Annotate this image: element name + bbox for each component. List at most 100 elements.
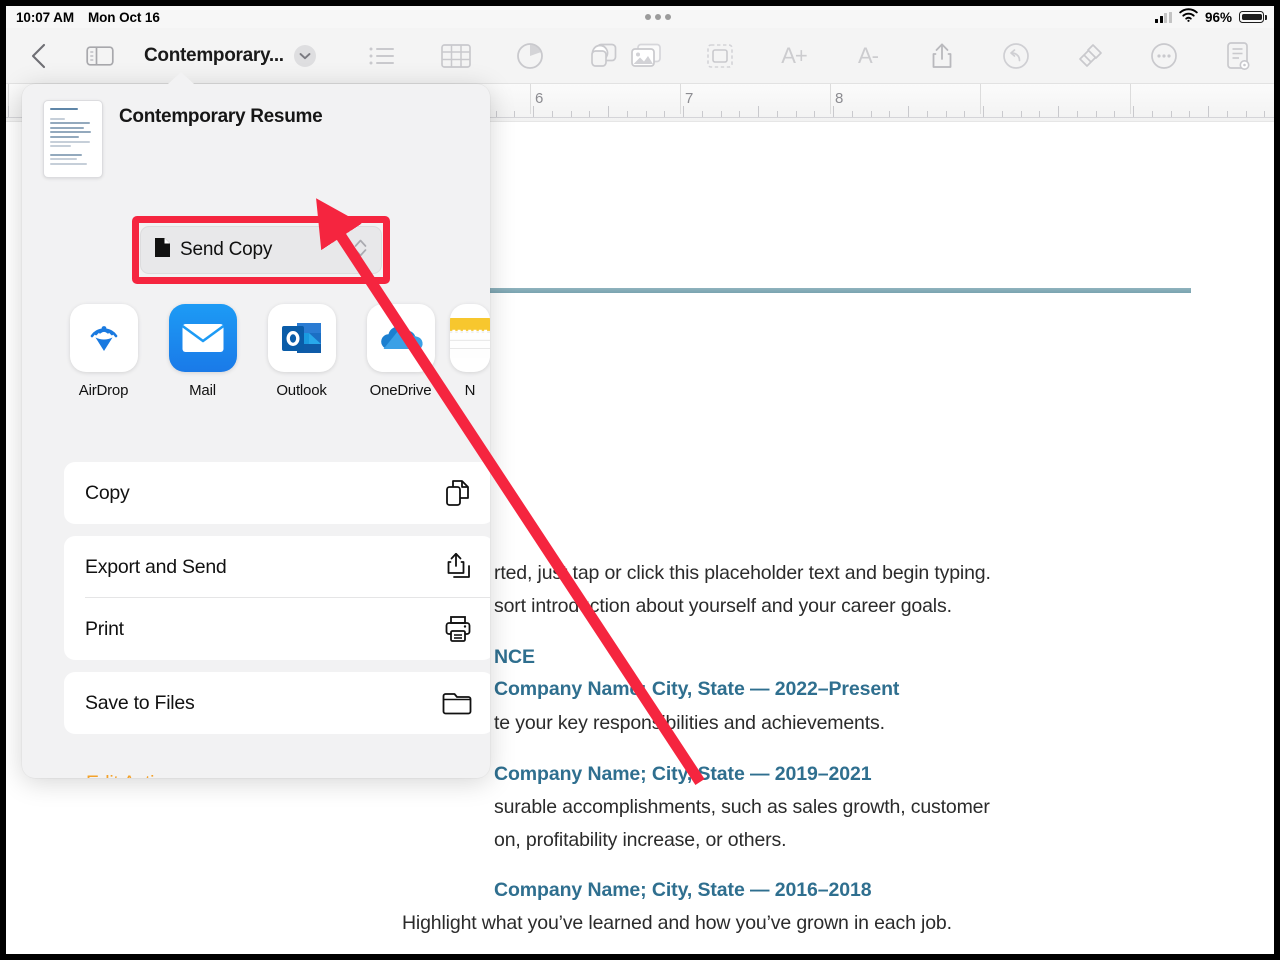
ruler-label: 7: [685, 90, 694, 107]
share-actions-list: Copy Export and Send Print Save to Files: [64, 462, 490, 746]
ruler-major-tick: [1130, 84, 1131, 114]
increase-font-size-icon: A+: [781, 42, 808, 68]
ruler-minor-tick: [1039, 111, 1041, 117]
ruler-minor-tick: [608, 106, 609, 117]
document-heading: NCE: [494, 646, 535, 668]
ipad-screen: 4 5 6 7 8 rted, just tap or click this p…: [0, 0, 1280, 960]
document-title-button[interactable]: Contemporary...: [144, 44, 316, 67]
insert-chart-icon[interactable]: [510, 36, 550, 76]
document-paragraph: sort introduction about yourself and you…: [494, 595, 952, 617]
action-label: Copy: [85, 481, 130, 504]
document-heading: Company Name; City, State — 2016–2018: [494, 879, 872, 901]
wifi-icon: [1179, 7, 1198, 27]
ruler-major-tick: [680, 84, 681, 114]
insert-media-icon[interactable]: [626, 36, 666, 76]
send-copy-selector[interactable]: Send Copy: [140, 226, 382, 274]
ruler-minor-tick: [495, 111, 497, 117]
ruler-minor-tick: [1076, 111, 1078, 117]
date: Mon Oct 16: [87, 9, 160, 25]
airdrop-icon: [69, 304, 138, 372]
ruler-major-tick: [830, 84, 831, 114]
share-target-label: Outlook: [276, 382, 327, 399]
ruler-minor-tick: [1208, 106, 1209, 117]
document-thumbnail: [43, 100, 103, 178]
share-target-label: OneDrive: [369, 382, 432, 399]
multitasking-dots-icon[interactable]: [160, 14, 1156, 20]
app-toolbar: Contemporary... A+ A-: [6, 28, 1274, 84]
share-target-notes[interactable]: N: [450, 304, 490, 432]
actions-card-2: Export and Send Print: [64, 536, 490, 660]
ruler-label: 6: [535, 90, 544, 107]
toolbar-right-group: A+ A-: [626, 36, 1258, 76]
share-icon[interactable]: [922, 36, 962, 76]
edit-actions-button[interactable]: Edit Actions...: [86, 772, 201, 778]
ruler-minor-tick: [1226, 111, 1228, 117]
ruler-minor-tick: [1264, 111, 1266, 117]
status-bar-right: 96%: [1155, 7, 1274, 27]
ruler-minor-tick: [720, 111, 722, 117]
action-export-and-send[interactable]: Export and Send: [64, 536, 490, 598]
ruler-minor-tick: [795, 111, 797, 117]
more-options-icon[interactable]: [1144, 36, 1184, 76]
insert-table-icon[interactable]: [436, 36, 476, 76]
undo-icon[interactable]: [996, 36, 1036, 76]
actions-card-3: Save to Files: [64, 672, 490, 734]
insert-shape-icon[interactable]: [584, 36, 624, 76]
insert-list-icon[interactable]: [362, 36, 402, 76]
sidebar-toggle-icon[interactable]: [80, 36, 120, 76]
share-target-outlook[interactable]: Outlook: [252, 304, 351, 432]
ruler-minor-tick: [833, 106, 834, 117]
ruler-minor-tick: [683, 106, 684, 117]
device-bezel-left: [0, 0, 6, 960]
copy-icon: [443, 478, 473, 508]
format-brush-icon[interactable]: [1070, 36, 1110, 76]
ruler-minor-tick: [889, 111, 891, 117]
send-copy-label: Send Copy: [180, 239, 273, 260]
clock: 10:07 AM: [16, 9, 74, 25]
popover-header: Contemporary Resume: [22, 84, 490, 199]
chevron-down-icon[interactable]: [293, 44, 316, 67]
ruler-major-tick: [530, 84, 531, 114]
document-paragraph: rted, just tap or click this placeholder…: [494, 562, 991, 584]
ruler-minor-tick: [1058, 106, 1059, 117]
ruler-minor-tick: [645, 111, 647, 117]
decrease-font-size-icon: A-: [858, 42, 879, 68]
document-options-icon[interactable]: [1218, 36, 1258, 76]
ruler-minor-tick: [1020, 111, 1022, 117]
share-target-onedrive[interactable]: OneDrive: [351, 304, 450, 432]
share-target-label: Mail: [189, 382, 216, 399]
insert-text-box-icon[interactable]: [700, 36, 740, 76]
device-bezel-top: [0, 0, 1280, 6]
ruler-minor-tick: [551, 111, 553, 117]
battery-icon: [1239, 11, 1267, 23]
ruler-minor-tick: [908, 106, 909, 117]
notes-icon: [450, 304, 490, 372]
back-button[interactable]: [18, 36, 58, 76]
ruler-minor-tick: [964, 111, 966, 117]
popover-title: Contemporary Resume: [119, 106, 323, 127]
ruler-minor-tick: [626, 111, 628, 117]
document-icon: [154, 237, 171, 263]
up-down-chevron-icon[interactable]: [353, 237, 368, 264]
ruler-minor-tick: [983, 106, 984, 117]
ruler-minor-tick: [533, 106, 534, 117]
share-target-label: AirDrop: [78, 382, 129, 399]
ruler-minor-tick: [570, 111, 572, 117]
action-label: Print: [85, 617, 124, 640]
ruler-minor-tick: [1133, 106, 1134, 117]
action-copy[interactable]: Copy: [64, 462, 490, 524]
ruler-minor-tick: [870, 111, 872, 117]
action-save-to-files[interactable]: Save to Files: [64, 672, 490, 734]
ruler-minor-tick: [776, 111, 778, 117]
ruler-minor-tick: [1151, 111, 1153, 117]
ruler-minor-tick: [851, 111, 853, 117]
share-targets-row: AirDrop Mail Outlook OneDrive N: [22, 304, 490, 432]
folder-icon: [441, 690, 473, 716]
action-print[interactable]: Print: [64, 598, 490, 660]
share-target-mail[interactable]: Mail: [153, 304, 252, 432]
share-target-airdrop[interactable]: AirDrop: [54, 304, 153, 432]
document-paragraph: Highlight what you’ve learned and how yo…: [402, 912, 952, 934]
ruler-minor-tick: [8, 106, 9, 117]
cellular-signal-icon: [1155, 11, 1172, 23]
document-heading: Company Name; City, State — 2022–Present: [494, 678, 900, 700]
